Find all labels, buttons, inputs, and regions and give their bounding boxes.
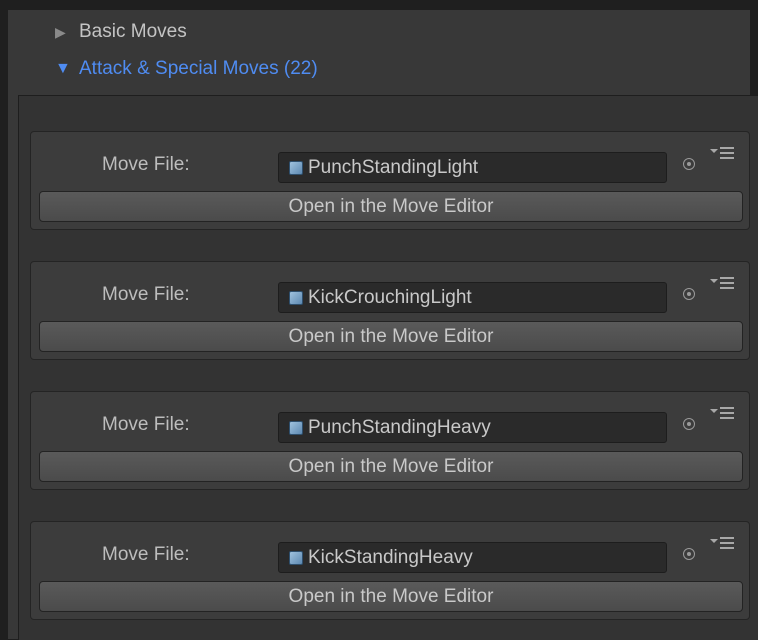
open-move-editor-button[interactable]: Open in the Move Editor [39,581,743,612]
move-file-label: Move File: [102,154,190,175]
object-picker-icon[interactable] [683,418,695,430]
open-move-editor-button[interactable]: Open in the Move Editor [39,451,743,482]
move-file-label: Move File: [102,414,190,435]
move-file-field[interactable]: KickStandingHeavy [278,542,667,573]
options-menu-icon[interactable] [710,276,736,294]
move-entry: Move File: KickStandingHeavy Open in the… [30,521,750,620]
move-file-value: PunchStandingHeavy [308,416,491,438]
foldout-label: Basic Moves [79,21,187,42]
object-picker-icon[interactable] [683,158,695,170]
options-menu-icon[interactable] [710,146,736,164]
move-entry: Move File: PunchStandingHeavy Open in th… [30,391,750,490]
move-file-field[interactable]: PunchStandingLight [278,152,667,183]
move-file-value: PunchStandingLight [308,156,479,178]
move-file-value: KickStandingHeavy [308,546,473,568]
move-file-label: Move File: [102,284,190,305]
move-file-value: KickCrouchingLight [308,286,472,308]
move-entry: Move File: PunchStandingLight Open in th… [30,131,750,230]
expanded-arrow-icon: ▼ [55,60,71,77]
object-picker-icon[interactable] [683,548,695,560]
asset-file-icon [289,550,303,565]
foldout-attack-special-moves[interactable]: ▼ Attack & Special Moves (22) [55,55,318,83]
foldout-label: Attack & Special Moves (22) [79,58,318,79]
object-picker-icon[interactable] [683,288,695,300]
asset-file-icon [289,160,303,175]
asset-file-icon [289,290,303,305]
open-move-editor-button[interactable]: Open in the Move Editor [39,321,743,352]
foldout-basic-moves[interactable]: ▶ Basic Moves [55,18,187,46]
options-menu-icon[interactable] [710,536,736,554]
move-file-field[interactable]: KickCrouchingLight [278,282,667,313]
move-file-field[interactable]: PunchStandingHeavy [278,412,667,443]
collapsed-arrow-icon: ▶ [55,24,66,40]
options-menu-icon[interactable] [710,406,736,424]
move-file-label: Move File: [102,544,190,565]
asset-file-icon [289,420,303,435]
move-entry: Move File: KickCrouchingLight Open in th… [30,261,750,360]
open-move-editor-button[interactable]: Open in the Move Editor [39,191,743,222]
